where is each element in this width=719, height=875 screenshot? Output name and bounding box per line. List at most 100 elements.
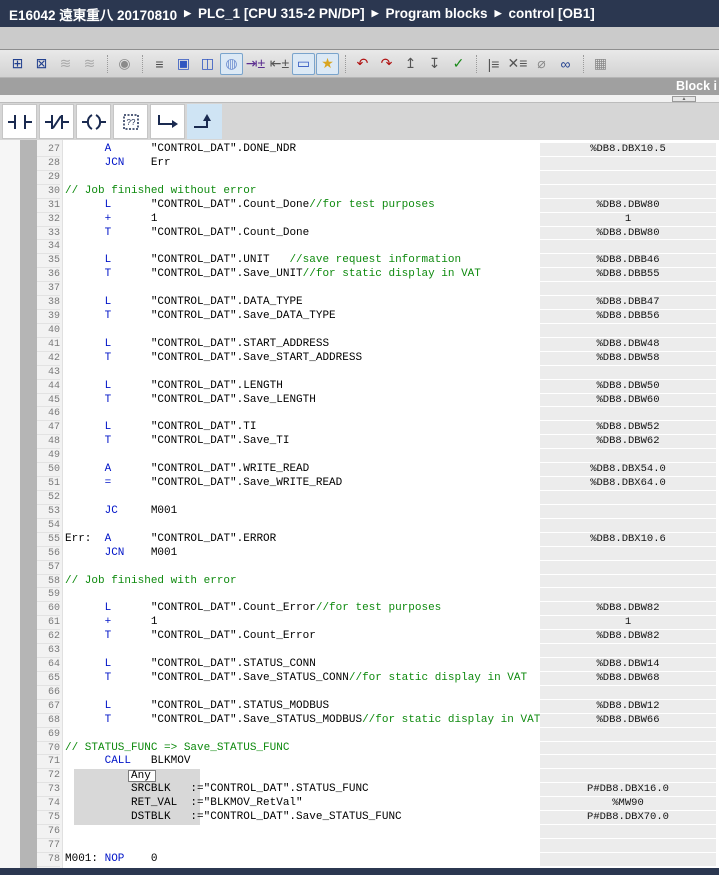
code-line[interactable]: 46 <box>0 407 719 421</box>
code-line[interactable]: 132 + 1 <box>0 213 719 227</box>
monitor-off-icon[interactable]: ✕≡ <box>506 53 529 75</box>
delete-row-icon[interactable]: ≋ <box>78 53 101 75</box>
operand-address-cell: P#DB8.DBX16.0 <box>540 783 716 797</box>
empty-box-button[interactable]: ?? <box>113 104 148 139</box>
code-line[interactable]: 43 <box>0 366 719 380</box>
code-line[interactable]: 78M001: NOP 0 <box>0 853 719 867</box>
symbol-toggle-icon[interactable]: ◉ <box>113 53 136 75</box>
code-line[interactable]: %DB8.DBX64.051 = "CONTROL_DAT".Save_WRIT… <box>0 477 719 491</box>
code-line[interactable]: 34 <box>0 240 719 254</box>
block-properties-icon[interactable]: ▦ <box>589 53 612 75</box>
undo-icon[interactable]: ↶ <box>351 53 374 75</box>
code-line[interactable]: 40 <box>0 324 719 338</box>
code-line[interactable]: %MW9074 RET_VAL :="BLKMOV_RetVal" <box>0 797 719 811</box>
code-line[interactable]: %DB8.DBB5639 T "CONTROL_DAT".Save_DATA_T… <box>0 310 719 324</box>
open-branch-button[interactable] <box>150 104 185 139</box>
code-line[interactable]: %DB8.DBW6865 T "CONTROL_DAT".Save_STATUS… <box>0 672 719 686</box>
code-line[interactable]: %DB8.DBX10.527 A "CONTROL_DAT".DONE_NDR <box>0 143 719 157</box>
redo-icon[interactable]: ↷ <box>375 53 398 75</box>
favorites-icon[interactable]: ★ <box>316 53 339 75</box>
code-line[interactable]: %DB8.DBW5842 T "CONTROL_DAT".Save_START_… <box>0 352 719 366</box>
code-line[interactable]: 70// STATUS_FUNC => Save_STATUS_FUNC <box>0 742 719 756</box>
code-line[interactable]: %DB8.DBW8260 L "CONTROL_DAT".Count_Error… <box>0 602 719 616</box>
code-line[interactable]: %DB8.DBW6248 T "CONTROL_DAT".Save_TI <box>0 435 719 449</box>
code-line[interactable]: 76 <box>0 825 719 839</box>
operand-address-cell: %DB8.DBX10.5 <box>540 143 716 157</box>
line-number: 73 <box>37 783 60 797</box>
coil-button[interactable] <box>76 104 111 139</box>
line-number: 41 <box>37 338 60 352</box>
breadcrumb-item[interactable]: PLC_1 [CPU 315-2 PN/DP] <box>198 6 365 21</box>
code-line[interactable]: 58// Job finished with error <box>0 575 719 589</box>
code-line[interactable]: 72Any <box>0 769 719 783</box>
compile-icon[interactable]: ✓ <box>447 53 470 75</box>
delete-network-icon[interactable]: ⊠ <box>30 53 53 75</box>
code-line[interactable]: 30// Job finished without error <box>0 185 719 199</box>
absolute-operands-icon[interactable]: ≡ <box>148 53 171 75</box>
open-all-networks-icon[interactable]: ▣ <box>172 53 195 75</box>
code-line[interactable]: %DB8.DBW1267 L "CONTROL_DAT".STATUS_MODB… <box>0 700 719 714</box>
code-line[interactable]: %DB8.DBW8033 T "CONTROL_DAT".Count_Done <box>0 227 719 241</box>
insert-block-call-icon[interactable]: ⇥± <box>244 53 267 75</box>
code-line[interactable]: 59 <box>0 588 719 602</box>
block-interface-splitter[interactable]: ▲ <box>0 95 719 103</box>
network-comments-icon[interactable]: ◍ <box>220 53 243 75</box>
code-line[interactable]: P#DB8.DBX70.075 DSTBLK :="CONTROL_DAT".S… <box>0 811 719 825</box>
code-line[interactable]: %DB8.DBB4635 L "CONTROL_DAT".UNIT //save… <box>0 254 719 268</box>
code-line[interactable]: 77 <box>0 839 719 853</box>
nc-contact-button[interactable] <box>39 104 74 139</box>
code-line[interactable]: %DB8.DBW1464 L "CONTROL_DAT".STATUS_CONN <box>0 658 719 672</box>
monitor-on-icon[interactable]: |≡ <box>482 53 505 75</box>
code-line[interactable]: %DB8.DBW5044 L "CONTROL_DAT".LENGTH <box>0 380 719 394</box>
code-line[interactable]: 57 <box>0 561 719 575</box>
code-line[interactable]: 29 <box>0 171 719 185</box>
code-line[interactable]: P#DB8.DBX16.073 SRCBLK :="CONTROL_DAT".S… <box>0 783 719 797</box>
code-line[interactable]: 52 <box>0 491 719 505</box>
operand-address-cell: %MW90 <box>540 797 716 811</box>
toolbar-gap <box>0 27 719 49</box>
block-interface-bar[interactable]: Block i <box>0 78 719 95</box>
breadcrumb-item[interactable]: E16042 遠東重八 20170810 <box>9 4 177 24</box>
code-line[interactable]: %DB8.DBX10.655Err: A "CONTROL_DAT".ERROR <box>0 533 719 547</box>
load-from-device-icon[interactable]: ↥ <box>399 53 422 75</box>
code-line[interactable]: 69 <box>0 728 719 742</box>
code-line[interactable]: %DB8.DBW4841 L "CONTROL_DAT".START_ADDRE… <box>0 338 719 352</box>
code-line[interactable]: 71 CALL BLKMOV <box>0 755 719 769</box>
code-text: M001: NOP 0 <box>65 853 157 867</box>
code-line[interactable]: 49 <box>0 449 719 463</box>
expanded-mode-icon[interactable]: ▭ <box>292 53 315 75</box>
line-number: 55 <box>37 533 60 547</box>
code-line[interactable]: 66 <box>0 686 719 700</box>
breadcrumb-item[interactable]: control [OB1] <box>509 6 595 21</box>
code-line[interactable]: 63 <box>0 644 719 658</box>
splitter-handle[interactable]: ▲ <box>672 96 696 102</box>
code-line[interactable]: %DB8.DBW8031 L "CONTROL_DAT".Count_Done/… <box>0 199 719 213</box>
code-line[interactable]: %DB8.DBW5247 L "CONTROL_DAT".TI <box>0 421 719 435</box>
code-line[interactable]: 54 <box>0 519 719 533</box>
code-line[interactable]: %DB8.DBW6045 T "CONTROL_DAT".Save_LENGTH <box>0 394 719 408</box>
code-line[interactable]: 28 JCN Err <box>0 157 719 171</box>
code-line[interactable]: 37 <box>0 282 719 296</box>
code-line[interactable]: 53 JC M001 <box>0 505 719 519</box>
search-icon[interactable]: ⌀ <box>530 53 553 75</box>
breadcrumb-item[interactable]: Program blocks <box>386 6 488 21</box>
code-text: RET_VAL :="BLKMOV_RetVal" <box>65 797 303 811</box>
code-line[interactable]: %DB8.DBB4738 L "CONTROL_DAT".DATA_TYPE <box>0 296 719 310</box>
no-contact-button[interactable] <box>2 104 37 139</box>
any-pointer-field[interactable]: Any <box>128 770 156 783</box>
close-branch-button[interactable] <box>187 104 222 139</box>
breadcrumb-separator-icon: ▶ <box>495 8 502 19</box>
stl-code-editor[interactable]: %DB8.DBX10.527 A "CONTROL_DAT".DONE_NDR2… <box>0 140 719 868</box>
close-all-networks-icon[interactable]: ◫ <box>196 53 219 75</box>
insert-network-icon[interactable]: ⊞ <box>6 53 29 75</box>
code-line[interactable]: %DB8.DBW8262 T "CONTROL_DAT".Count_Error <box>0 630 719 644</box>
code-line[interactable]: 161 + 1 <box>0 616 719 630</box>
update-block-call-icon[interactable]: ⇤± <box>268 53 291 75</box>
load-to-device-icon[interactable]: ↧ <box>423 53 446 75</box>
code-line[interactable]: 56 JCN M001 <box>0 547 719 561</box>
code-line[interactable]: %DB8.DBW6668 T "CONTROL_DAT".Save_STATUS… <box>0 714 719 728</box>
code-line[interactable]: %DB8.DBB5536 T "CONTROL_DAT".Save_UNIT//… <box>0 268 719 282</box>
insert-row-icon[interactable]: ≋ <box>54 53 77 75</box>
glasses-icon[interactable]: ∞ <box>554 53 577 75</box>
code-line[interactable]: %DB8.DBX54.050 A "CONTROL_DAT".WRITE_REA… <box>0 463 719 477</box>
